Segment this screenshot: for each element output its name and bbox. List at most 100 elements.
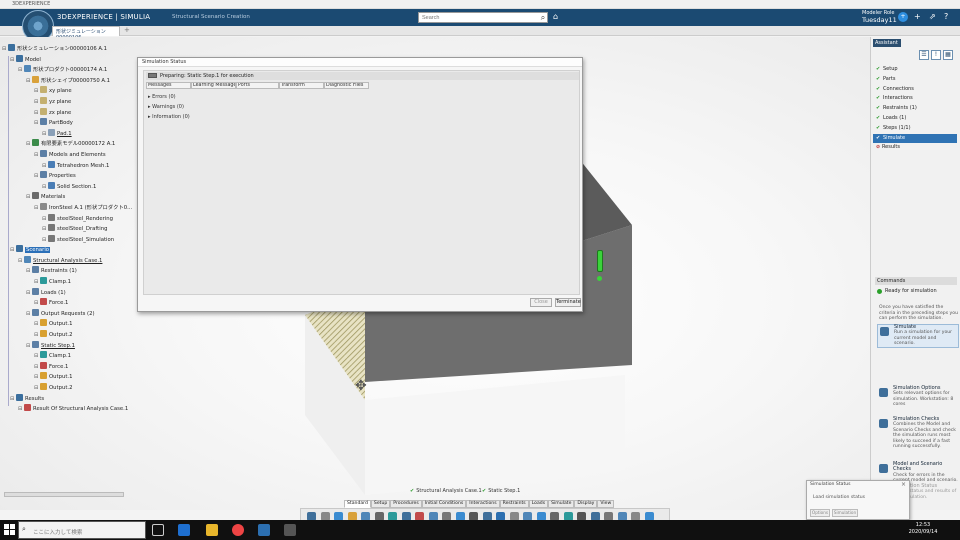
tree-scrollbar[interactable] xyxy=(4,492,124,497)
assistant-step[interactable]: ✔ Connections xyxy=(875,85,957,95)
tree-node[interactable]: ⊟ 形状シェイプ00000750 A.1 xyxy=(2,75,132,87)
search-icon[interactable]: ⌕ xyxy=(538,12,548,23)
share-icon[interactable]: + xyxy=(898,12,908,22)
tree-node[interactable]: ⊟ Clamp.1 xyxy=(2,277,132,288)
tree-node[interactable]: ⊟ Scenario xyxy=(2,245,132,256)
column-transform[interactable]: Transform xyxy=(279,82,324,89)
assistant-step[interactable]: ✔ Loads (1) xyxy=(875,114,957,124)
specification-tree[interactable]: ⊟ 形状シミュレーション00000106 A.1 ⊟ Model ⊟ 形状プロダクト000… xyxy=(2,44,132,415)
column-diagnostic-files[interactable]: Diagnostic Files xyxy=(324,82,369,89)
chrome-icon[interactable] xyxy=(232,524,244,536)
tree-node[interactable]: ⊟ Output.1 xyxy=(2,372,132,383)
tree-node[interactable]: ⊟ Loads (1) xyxy=(2,287,132,299)
grid-view-icon[interactable]: ▦ xyxy=(943,50,953,60)
column-learning-messages[interactable]: Learning Messages xyxy=(191,82,236,89)
simulation-status-mini[interactable]: Simulation Status × Load simulation stat… xyxy=(806,480,910,520)
action-tab[interactable]: Setup xyxy=(370,500,391,508)
command-item[interactable]: Simulation Checks Combines the Model and … xyxy=(877,416,959,457)
share-arrow-icon[interactable]: ⇗ xyxy=(929,12,936,21)
windows-start-icon[interactable] xyxy=(4,524,15,535)
tree-node[interactable]: ⊟ Tetrahedron Mesh.1 xyxy=(2,160,132,172)
assistant-step[interactable]: ✔ Parts xyxy=(875,75,957,85)
assistant-step[interactable]: ⊘ Results xyxy=(875,143,957,153)
group-errors[interactable]: ▸ Errors (0) xyxy=(148,94,176,100)
action-tab[interactable]: Simulate xyxy=(548,500,575,508)
column-ports[interactable]: Ports xyxy=(236,82,279,89)
tree-node[interactable]: ⊟ Output Requests (2) xyxy=(2,308,132,320)
tree-node[interactable]: ⊟ Output.2 xyxy=(2,330,132,341)
tree-node[interactable]: ⊟ steelSteel_Rendering xyxy=(2,213,132,225)
tree-node[interactable]: ⊟ Solid Section.1 xyxy=(2,181,132,193)
document-tab[interactable]: 形状ジミュレーション00000106 xyxy=(52,26,120,41)
tree-node[interactable]: ⊟ zx plane xyxy=(2,107,132,119)
tree-node[interactable]: ⊟ Output.1 xyxy=(2,319,132,330)
help-icon[interactable]: ? xyxy=(944,12,948,21)
scenario-tag-step[interactable]: ✔ Static Step.1 xyxy=(482,488,520,494)
plus-icon[interactable]: + xyxy=(914,12,921,21)
close-icon[interactable]: × xyxy=(901,481,906,488)
group-warnings[interactable]: ▸ Warnings (0) xyxy=(148,104,184,110)
tree-node[interactable]: ⊟ Results xyxy=(2,393,132,405)
tree-node-label: IronSteel A.1 (形状プロダクト0... xyxy=(49,204,133,211)
tree-node[interactable]: ⊟ Pad.1 xyxy=(2,128,132,140)
tree-node[interactable]: ⊟ steelSteel_Simulation xyxy=(2,234,132,246)
tree-node[interactable]: ⊟ Restraints (1) xyxy=(2,266,132,277)
taskbar-search-input[interactable] xyxy=(18,521,146,539)
column-messages[interactable]: Messages xyxy=(146,82,191,89)
command-item[interactable]: Model and Scenario Checks Check for error… xyxy=(877,461,959,483)
action-tab[interactable]: Restraints xyxy=(499,500,529,508)
task-view-icon[interactable] xyxy=(152,524,164,536)
tree-node[interactable]: ⊟ Properties xyxy=(2,171,132,182)
assistant-step[interactable]: ✔ Interactions xyxy=(875,94,957,104)
tree-node[interactable]: ⊟ Force.1 xyxy=(2,298,132,309)
search-input[interactable] xyxy=(418,12,548,23)
tree-node[interactable]: ⊟ Models and Elements xyxy=(2,149,132,161)
simulation-button[interactable]: Simulation xyxy=(832,509,858,517)
command-item[interactable]: Simulate Run a simulation for your curren… xyxy=(877,324,959,348)
tag-icon[interactable]: ⌂ xyxy=(553,12,558,21)
alert-icon[interactable]: ! xyxy=(931,50,941,60)
assistant-step[interactable]: ✔ Steps (1/1) xyxy=(875,124,957,134)
tree-node[interactable]: ⊟ 形状シミュレーション00000106 A.1 xyxy=(2,44,132,55)
tree-node[interactable]: ⊟ Result Of Structural Analysis Case.1 xyxy=(2,404,132,415)
taskbar-clock[interactable]: 12:53 2020/09/14 xyxy=(904,522,942,536)
tree-node[interactable]: ⊟ Model xyxy=(2,54,132,66)
action-tab[interactable]: Procedures xyxy=(390,500,422,508)
tree-node[interactable]: ⊟ Structural Analysis Case.1 xyxy=(2,255,132,267)
simulation-status-dialog[interactable]: Simulation Status Preparing: Static Step… xyxy=(137,57,583,312)
list-view-icon[interactable]: ☰ xyxy=(919,50,929,60)
action-tab[interactable]: Initial Conditions xyxy=(421,500,467,508)
tree-node[interactable]: ⊟ Materials xyxy=(2,192,132,203)
action-tab[interactable]: View xyxy=(597,500,615,508)
3dexperience-taskbar-icon[interactable] xyxy=(258,524,270,536)
tree-node[interactable]: ⊟ 有限要素モデル00000172 A.1 xyxy=(2,139,132,150)
options-button[interactable]: Options xyxy=(810,509,830,517)
close-button[interactable]: Close xyxy=(530,298,552,307)
tree-node[interactable]: ⊟ 形状プロダクト00000174 A.1 xyxy=(2,65,132,76)
user-info[interactable]: Modeler Role Tuesday11 xyxy=(862,10,897,25)
add-tab-button[interactable]: + xyxy=(124,26,130,34)
tree-node[interactable]: ⊟ Clamp.1 xyxy=(2,351,132,362)
tree-node[interactable]: ⊟ Output.2 xyxy=(2,383,132,394)
tree-node[interactable]: ⊟ PartBody xyxy=(2,118,132,129)
group-information[interactable]: ▸ Information (0) xyxy=(148,114,190,120)
action-tab[interactable]: Loads xyxy=(528,500,549,508)
tree-node[interactable]: ⊟ Static Step.1 xyxy=(2,340,132,352)
tree-node[interactable]: ⊟ xy plane xyxy=(2,86,132,97)
file-explorer-icon[interactable] xyxy=(206,524,218,536)
tree-node[interactable]: ⊟ steelSteel_Drafting xyxy=(2,224,132,235)
tree-node[interactable]: ⊟ IronSteel A.1 (形状プロダクト0... xyxy=(2,202,133,214)
terminate-button[interactable]: Terminate xyxy=(555,298,581,307)
action-tab[interactable]: Display xyxy=(574,500,598,508)
tree-node[interactable]: ⊟ yz plane xyxy=(2,96,132,108)
app-taskbar-icon[interactable] xyxy=(284,524,296,536)
scenario-tag-case[interactable]: ✔ Structural Analysis Case.1 xyxy=(410,488,482,494)
tree-node[interactable]: ⊟ Force.1 xyxy=(2,361,132,373)
command-item[interactable]: Simulation Options Sets relevant options … xyxy=(877,385,959,412)
action-tab[interactable]: Standard xyxy=(344,500,371,508)
edge-browser-icon[interactable] xyxy=(178,524,190,536)
assistant-step[interactable]: ✔ Simulate xyxy=(873,133,957,144)
assistant-step[interactable]: ✔ Restraints (1) xyxy=(875,104,957,114)
action-tab[interactable]: Interactions xyxy=(466,500,500,508)
assistant-step[interactable]: ✔ Setup xyxy=(875,65,957,75)
